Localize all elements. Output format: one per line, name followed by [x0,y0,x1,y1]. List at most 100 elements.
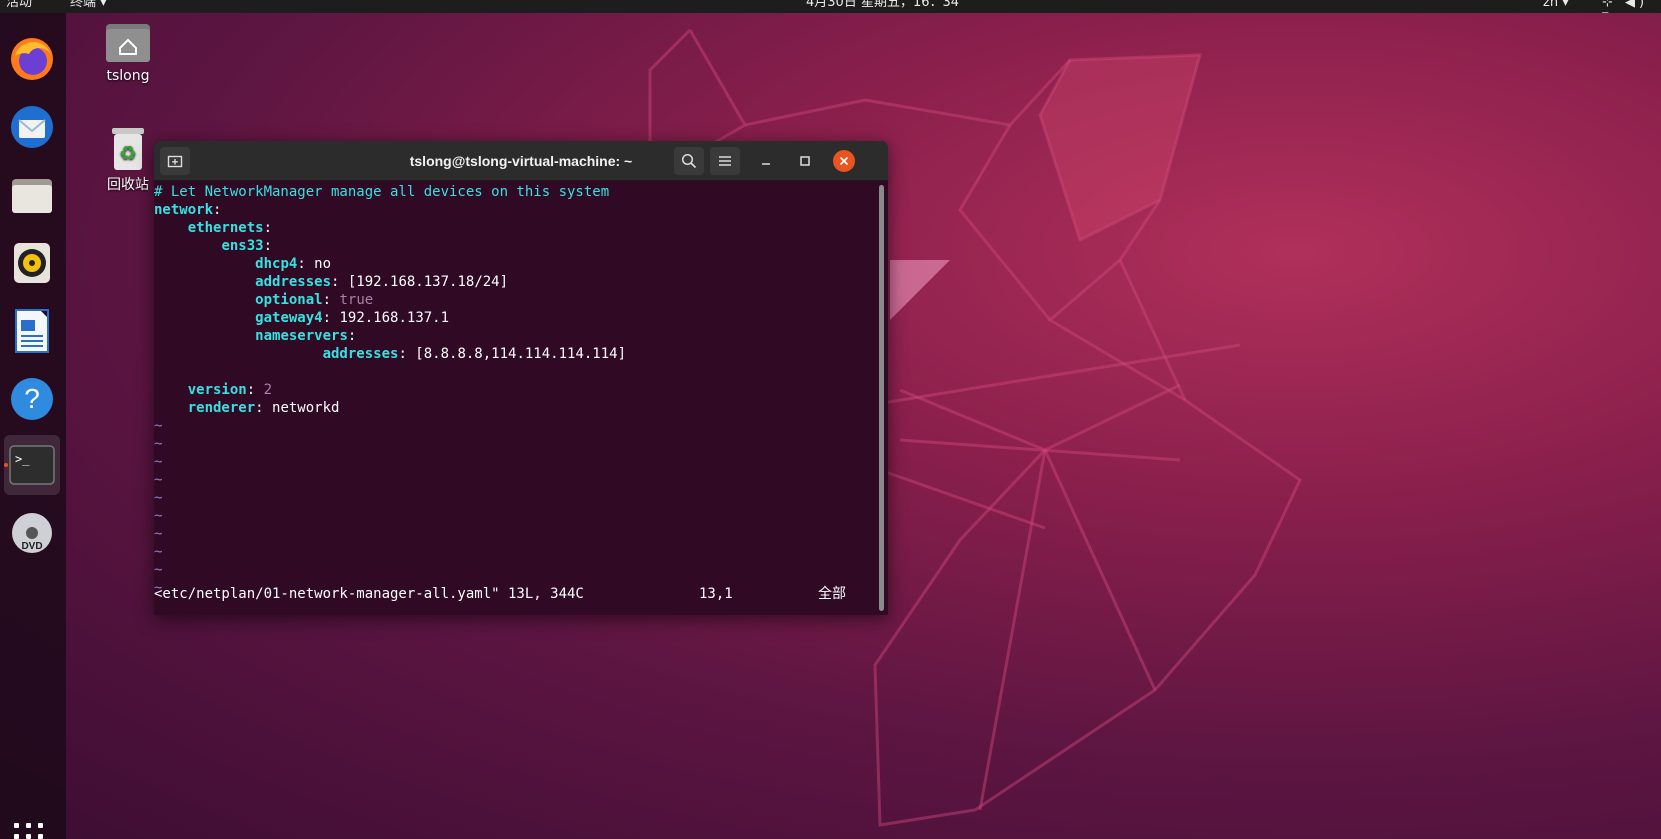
running-indicator [4,463,8,467]
tilde-marker: ~ [154,472,163,488]
svg-text:DVD: DVD [21,541,42,552]
yaml-key: renderer [187,400,256,416]
terminal-line: addresses: [8.8.8.8,114.114.114.114] [154,345,879,363]
tilde-marker: ~ [154,418,163,434]
activities-button[interactable]: 活动 [6,0,32,9]
new-tab-button[interactable] [160,147,190,175]
svg-text:?: ? [24,383,40,414]
help-icon: ? [11,378,53,420]
desktop-home-folder[interactable]: tslong [88,20,168,84]
dock-dvd[interactable]: DVD [4,503,60,563]
yaml-key: ens33 [221,238,264,254]
yaml-value: [8.8.8.8,114.114.114.114] [406,346,627,362]
yaml-value: [192.168.137.18/24] [339,274,509,290]
menu-button[interactable] [710,147,740,175]
yaml-value: 192.168.137.1 [331,310,450,326]
dock-terminal[interactable]: >_ [4,435,60,495]
dvd-icon: DVD [12,513,52,553]
terminal-line: renderer: networkd [154,399,879,417]
yaml-separator: : [263,220,273,236]
svg-text:>_: >_ [15,452,30,466]
minimize-button[interactable] [755,150,777,172]
terminal-icon: >_ [9,445,55,485]
dock-firefox[interactable] [4,29,60,89]
status-file-info: <etc/netplan/01-network-manager-all.yaml… [154,586,584,602]
yaml-key: ethernets [187,220,264,236]
document-icon [15,309,49,353]
app-menu-label: 终端 ▾ [70,0,107,10]
new-tab-icon [167,155,183,168]
vim-empty-line: ~ [154,507,879,525]
yaml-literal: true [331,292,374,308]
terminal-text-area[interactable]: # Let NetworkManager manage all devices … [154,181,879,615]
dock-rhythmbox[interactable] [4,233,60,293]
vim-empty-line: ~ [154,417,879,435]
yaml-key: version [187,382,247,398]
desktop-home-label: tslong [106,68,150,84]
clock[interactable]: 4月30日 星期五，16：34 [806,0,959,9]
tilde-marker: ~ [154,436,163,452]
yaml-comment: # Let NetworkManager manage all devices … [154,184,610,200]
vim-empty-line: ~ [154,453,879,471]
vim-empty-line: ~ [154,561,879,579]
yaml-literal: 2 [255,382,273,398]
show-applications-button[interactable] [14,823,46,839]
dock: ? >_ DVD [0,13,66,839]
tilde-marker: ~ [154,544,163,560]
yaml-separator: : [255,400,264,416]
app-menu[interactable]: 终端 ▾ [70,0,107,9]
terminal-line: optional: true [154,291,879,309]
yaml-key: optional [255,292,323,308]
input-method-indicator[interactable]: zh ▾ [1543,0,1569,9]
yaml-key: nameservers [255,328,348,344]
yaml-key: addresses [255,274,332,290]
yaml-separator: : [398,346,407,362]
folder-icon [12,179,52,213]
yaml-key: gateway4 [255,310,323,326]
vim-empty-line: ~ [154,471,879,489]
dock-files[interactable] [4,165,60,225]
status-cursor-position: 13,1 [699,586,733,602]
yaml-key: dhcp4 [255,256,298,272]
yaml-separator: : [322,310,332,326]
vim-empty-line: ~ [154,525,879,543]
dock-writer[interactable] [4,301,60,361]
yaml-separator: : [246,382,256,398]
terminal-line: # Let NetworkManager manage all devices … [154,183,879,201]
terminal-scrollbar[interactable] [879,185,884,611]
yaml-key: network [154,202,214,218]
vim-empty-line: ~ [154,435,879,453]
search-icon [681,153,697,169]
yaml-separator: : [213,202,222,218]
window-title: tslong@tslong-virtual-machine: ~ [409,153,633,169]
recycle-bin-icon: ♻ [112,128,144,170]
terminal-line: ens33: [154,237,879,255]
yaml-value: networkd [263,400,340,416]
minimize-icon [762,163,770,165]
terminal-headerbar[interactable]: tslong@tslong-virtual-machine: ~ [154,141,888,181]
top-bar: 活动 终端 ▾ 4月30日 星期五，16：34 zh ▾ ⊹ ◀) ▾ [0,0,1661,13]
maximize-button[interactable] [794,150,816,172]
vim-empty-line: ~ [154,489,879,507]
firefox-icon [11,38,53,80]
yaml-separator: : [347,328,357,344]
yaml-separator: : [322,292,332,308]
thunderbird-icon [11,106,53,148]
terminal-window[interactable]: tslong@tslong-virtual-machine: ~ # Let N… [154,141,888,615]
terminal-line: network: [154,201,879,219]
vim-status-line: <etc/netplan/01-network-manager-all.yaml… [154,585,879,603]
terminal-line: addresses: [192.168.137.18/24] [154,273,879,291]
dock-help[interactable]: ? [4,369,60,429]
search-button[interactable] [674,147,704,175]
close-button[interactable] [833,150,855,172]
system-menu[interactable]: ⊹ ◀) ▾ [1602,0,1661,13]
dock-thunderbird[interactable] [4,97,60,157]
close-icon [839,156,849,166]
speaker-icon [14,243,50,283]
